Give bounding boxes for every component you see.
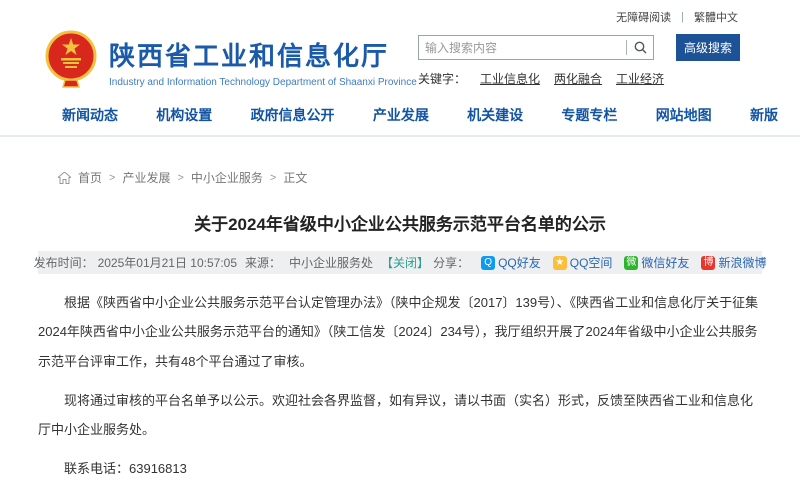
keywords-row: 关键字： 工业信息化 两化融合 工业经济 — [418, 70, 740, 87]
nav-item-gov-info[interactable]: 政府信息公开 — [251, 105, 335, 125]
nav-item-org[interactable]: 机构设置 — [156, 105, 212, 125]
nav-item-industry[interactable]: 产业发展 — [373, 105, 429, 125]
keyword-link[interactable]: 工业信息化 — [480, 70, 540, 87]
publish-time-value: 2025年01月21日 10:57:05 — [98, 254, 237, 271]
share-qq-friend-label: QQ好友 — [498, 254, 541, 271]
advanced-search-button[interactable]: 高级搜索 — [676, 34, 740, 61]
traditional-chinese-link[interactable]: 繁體中文 — [694, 9, 738, 25]
accessibility-link[interactable]: 无障碍阅读 — [616, 9, 671, 25]
breadcrumb-home[interactable]: 首页 — [78, 169, 102, 186]
breadcrumb-industry[interactable]: 产业发展 — [122, 169, 170, 186]
nav-item-topics[interactable]: 专题专栏 — [561, 105, 617, 125]
paragraph: 现将通过审核的平台名单予以公示。欢迎社会各界监督，如有异议，请以书面（实名）形式… — [38, 386, 762, 445]
home-icon — [58, 172, 71, 184]
brand-block: 陕西省工业和信息化厅 Industry and Information Tech… — [45, 30, 417, 93]
share-qzone-label: QQ空间 — [570, 254, 613, 271]
article-title: 关于2024年省级中小企业公共服务示范平台名单的公示 — [38, 210, 762, 235]
topbar-divider: | — [681, 11, 684, 23]
source-label: 来源： — [245, 254, 281, 271]
wechat-icon: 微 — [624, 256, 638, 270]
share-wechat[interactable]: 微 微信好友 — [624, 254, 689, 271]
share-weibo[interactable]: 博 新浪微博 — [701, 254, 766, 271]
site-title: 陕西省工业和信息化厅 — [109, 36, 417, 73]
share-wechat-label: 微信好友 — [641, 254, 689, 271]
qq-icon: Q — [481, 256, 495, 270]
paragraph: 根据《陕西省中小企业公共服务示范平台认定管理办法》（陕中企规发〔2017〕139… — [38, 288, 762, 376]
source-value: 中小企业服务处 — [289, 254, 373, 271]
nav-item-new-version[interactable]: 新版 — [750, 105, 778, 125]
article-meta-bar: 发布时间： 2025年01月21日 10:57:05 来源： 中小企业服务处 【… — [38, 251, 762, 274]
site-subtitle: Industry and Information Technology Depa… — [109, 77, 417, 88]
close-button[interactable]: 【关闭】 — [381, 254, 429, 271]
breadcrumb-separator: > — [109, 172, 115, 184]
national-emblem-icon — [45, 30, 97, 93]
keyword-link[interactable]: 两化融合 — [554, 70, 602, 87]
breadcrumb: 首页 > 产业发展 > 中小企业服务 > 正文 — [38, 169, 762, 186]
share-label: 分享： — [433, 254, 469, 271]
article-body: 根据《陕西省中小企业公共服务示范平台认定管理办法》（陕中企规发〔2017〕139… — [38, 288, 762, 497]
utility-bar: 无障碍阅读 | 繁體中文 — [0, 0, 800, 24]
search-input[interactable] — [419, 36, 626, 59]
breadcrumb-current: 正文 — [283, 169, 307, 186]
keyword-link[interactable]: 工业经济 — [616, 70, 664, 87]
publish-time-label: 发布时间： — [34, 254, 94, 271]
share-qq-friend[interactable]: Q QQ好友 — [481, 254, 541, 271]
search-block: 高级搜索 关键字： 工业信息化 两化融合 工业经济 — [418, 30, 740, 87]
article-container: 首页 > 产业发展 > 中小企业服务 > 正文 关于2024年省级中小企业公共服… — [0, 169, 800, 497]
breadcrumb-separator: > — [177, 172, 183, 184]
share-qzone[interactable]: ★ QQ空间 — [553, 254, 613, 271]
main-nav: 新闻动态 机构设置 政府信息公开 产业发展 机关建设 专题专栏 网站地图 新版 — [0, 93, 800, 137]
nav-item-agency[interactable]: 机关建设 — [467, 105, 523, 125]
breadcrumb-sme-service[interactable]: 中小企业服务 — [191, 169, 263, 186]
keywords-label: 关键字： — [418, 70, 466, 87]
breadcrumb-separator: > — [270, 172, 276, 184]
nav-item-sitemap[interactable]: 网站地图 — [656, 105, 712, 125]
weibo-icon: 博 — [701, 256, 715, 270]
search-box — [418, 35, 654, 60]
publicity-period: 公示时间：2025年1月21日至1月27日。 — [38, 494, 762, 497]
qzone-star-icon: ★ — [553, 256, 567, 270]
site-header: 陕西省工业和信息化厅 Industry and Information Tech… — [0, 24, 800, 93]
share-weibo-label: 新浪微博 — [718, 254, 766, 271]
nav-item-news[interactable]: 新闻动态 — [62, 105, 118, 125]
search-icon[interactable] — [627, 41, 653, 54]
contact-phone: 联系电话：63916813 — [38, 454, 762, 483]
